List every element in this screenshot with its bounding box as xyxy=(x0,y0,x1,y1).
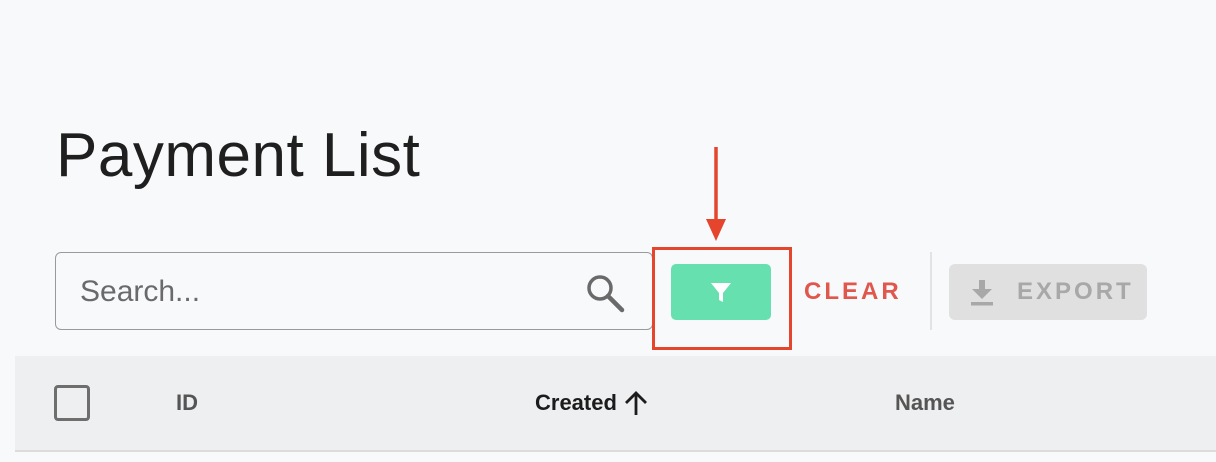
search-icon[interactable] xyxy=(584,272,626,314)
clear-button[interactable]: CLEAR xyxy=(804,272,902,312)
arrow-up-icon xyxy=(624,391,647,415)
export-button[interactable]: EXPORT xyxy=(949,264,1147,320)
page-title: Payment List xyxy=(56,121,421,190)
payment-list-page: Payment List CLEAR EXPORT ID Created xyxy=(0,0,1216,462)
column-header-created-label: Created xyxy=(535,390,617,415)
export-button-label: EXPORT xyxy=(1017,278,1134,305)
search-field xyxy=(55,252,653,331)
column-header-name[interactable]: Name xyxy=(895,388,955,418)
search-input[interactable] xyxy=(78,253,562,331)
column-header-id[interactable]: ID xyxy=(176,388,198,418)
annotation-arrow xyxy=(706,147,726,241)
select-all-checkbox[interactable] xyxy=(54,385,90,421)
filter-button[interactable] xyxy=(671,264,771,320)
filter-icon xyxy=(711,283,731,302)
column-header-created[interactable]: Created xyxy=(535,388,649,418)
download-icon xyxy=(971,280,993,306)
toolbar-divider xyxy=(930,252,932,330)
